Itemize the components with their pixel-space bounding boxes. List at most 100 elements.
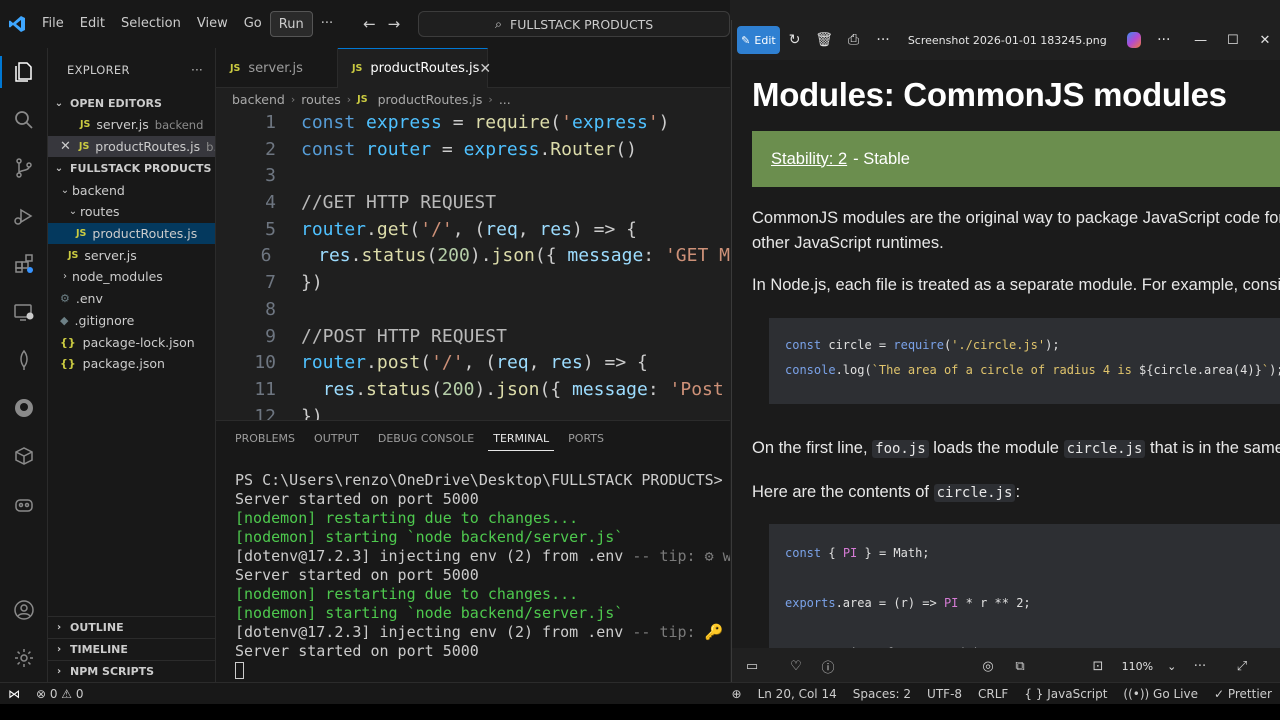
fit-to-window-icon[interactable]: ⊡ [1082,652,1114,680]
tree-folder-node-modules[interactable]: › node_modules [48,266,215,288]
code-line[interactable]: 3 [216,163,730,190]
minimize-icon[interactable]: — [1185,33,1217,48]
filmstrip-icon[interactable]: ▭ [736,652,768,680]
language-mode[interactable]: { } JavaScript [1016,687,1115,701]
js-file-icon: JS [352,63,363,74]
code-line[interactable]: 11 res.status(200).json({ message: 'Post [216,377,730,404]
menu-file[interactable]: File [34,11,72,37]
tab-server-js[interactable]: JS server.js [216,48,338,88]
tree-file-env[interactable]: ⚙ .env [48,288,215,310]
fullscreen-icon[interactable]: ⤢ [1226,652,1258,680]
more-icon[interactable]: ··· [1184,652,1216,680]
breadcrumb-item[interactable]: productRoutes.js [378,92,483,107]
back-arrow-icon[interactable]: ← [357,15,382,33]
remote-explorer-icon[interactable] [0,288,48,336]
npm-scripts-section[interactable]: › NPM SCRIPTS [48,660,216,682]
open-editors-section[interactable]: ⌄ OPEN EDITORS [48,92,215,114]
close-icon[interactable]: ✕ [1249,33,1280,48]
js-file-icon: JS [357,93,368,105]
code-line[interactable]: 7}) [216,270,730,297]
timeline-section[interactable]: › TIMELINE [48,638,216,660]
tree-folder-routes[interactable]: ⌄ routes [48,201,215,223]
text-extract-icon[interactable]: ⧉ [1004,652,1036,680]
edit-button[interactable]: ✎ Edit [737,26,780,54]
open-editor-item[interactable]: JS server.js backend [48,114,215,136]
zoom-dropdown[interactable]: 110% ⌄ [1114,660,1184,673]
command-center-search[interactable]: ⌕ FULLSTACK PRODUCTS [418,11,731,37]
encoding[interactable]: UTF-8 [919,687,970,701]
code-line[interactable]: 8 [216,297,730,324]
visual-search-icon[interactable]: ◎ [972,652,1004,680]
code-line[interactable]: 4 //GET HTTP REQUEST [216,190,730,217]
tree-file-package[interactable]: {} package.json [48,353,215,375]
delete-icon[interactable]: 🗑 [809,26,838,54]
menu-go[interactable]: Go [236,11,270,37]
tab-ports[interactable]: PORTS [563,427,609,451]
open-editor-item[interactable]: ✕ JS productRoutes.js b... [48,135,215,158]
cursor-position[interactable]: Ln 20, Col 14 [750,687,845,701]
outline-section[interactable]: › OUTLINE [48,616,216,638]
run-debug-icon[interactable] [0,192,48,240]
tab-debug-console[interactable]: DEBUG CONSOLE [373,427,479,451]
menu-more[interactable]: ··· [313,11,341,37]
tree-file-package-lock[interactable]: {} package-lock.json [48,331,215,353]
settings-gear-icon[interactable] [0,634,48,682]
breadcrumb-item[interactable]: backend [232,92,285,107]
code-line[interactable]: 9 //POST HTTP REQUEST [216,324,730,351]
menu-view[interactable]: View [189,11,236,37]
extensions-icon[interactable] [0,240,48,288]
close-icon[interactable]: ✕ [60,139,71,154]
search-icon[interactable] [0,96,48,144]
prettier-status[interactable]: ✓ Prettier [1206,687,1280,701]
github-icon[interactable] [0,384,48,432]
accounts-icon[interactable] [0,586,48,634]
forward-arrow-icon[interactable]: → [382,15,407,33]
explorer-more-icon[interactable]: ··· [191,63,203,77]
code-line[interactable]: 1 const express = require('express') [216,110,730,137]
menu-selection[interactable]: Selection [113,11,189,37]
tab-output[interactable]: OUTPUT [309,427,364,451]
code-editor[interactable]: 1 const express = require('express') 2 cons… [216,110,730,420]
breadcrumb-item[interactable]: routes [301,92,341,107]
explorer-sidebar: EXPLORER ··· ⌄ OPEN EDITORS JS server.js… [48,48,216,682]
print-icon[interactable]: ⎙ [839,26,868,54]
more-icon[interactable]: ··· [1149,26,1178,54]
menu-edit[interactable]: Edit [72,11,113,37]
tree-file-productroutes[interactable]: JS productRoutes.js [48,222,215,245]
indentation[interactable]: Spaces: 2 [845,687,919,701]
problems-counter[interactable]: ⊗ 0 ⚠ 0 [28,687,92,701]
containers-icon[interactable] [0,432,48,480]
zoom-indicator-icon[interactable]: ⊕ [724,687,750,701]
tree-file-gitignore[interactable]: ◆ .gitignore [48,310,215,332]
maximize-icon[interactable]: ☐ [1217,33,1249,48]
rotate-icon[interactable]: ↻ [780,26,809,54]
copilot-icon[interactable] [0,480,48,528]
tree-file-server[interactable]: JS server.js [48,244,215,266]
close-icon[interactable]: ✕ [479,61,491,77]
mongodb-leaf-icon[interactable] [0,336,48,384]
line-ending[interactable]: CRLF [970,687,1016,701]
tab-productroutes-js[interactable]: JS productRoutes.js ✕ [338,48,491,88]
code-line[interactable]: 10 router.post('/', (req, res) => { [216,350,730,377]
source-control-icon[interactable] [0,144,48,192]
code-line[interactable]: 12}) [216,404,730,420]
explorer-files-icon[interactable] [0,48,48,96]
chevron-right-icon: › [488,92,493,106]
line-number: 5 [265,218,276,240]
go-live-button[interactable]: ((•)) Go Live [1115,687,1206,701]
copilot-icon[interactable] [1126,32,1142,48]
project-section[interactable]: ⌄ FULLSTACK PRODUCTS [48,157,215,179]
menu-run[interactable]: Run [269,11,313,37]
info-icon[interactable]: ⓘ [812,652,844,680]
terminal[interactable]: PS C:\Users\renzo\OneDrive\Desktop\FULLS… [216,457,730,683]
remote-indicator[interactable]: ⋈ [0,683,28,705]
code-line[interactable]: 5 router.get('/', (req, res) => { [216,217,730,244]
code-line[interactable]: 2 const router = express.Router() [216,137,730,164]
tree-folder-backend[interactable]: ⌄ backend [48,179,215,201]
breadcrumb-item[interactable]: ... [499,92,511,107]
tab-problems[interactable]: PROBLEMS [230,427,300,451]
code-line[interactable]: 6 res.status(200).json({ message: 'GET M [216,243,730,270]
more-icon[interactable]: ··· [868,26,897,54]
tab-terminal[interactable]: TERMINAL [488,427,555,451]
favorite-heart-icon[interactable]: ♡ [780,652,812,680]
